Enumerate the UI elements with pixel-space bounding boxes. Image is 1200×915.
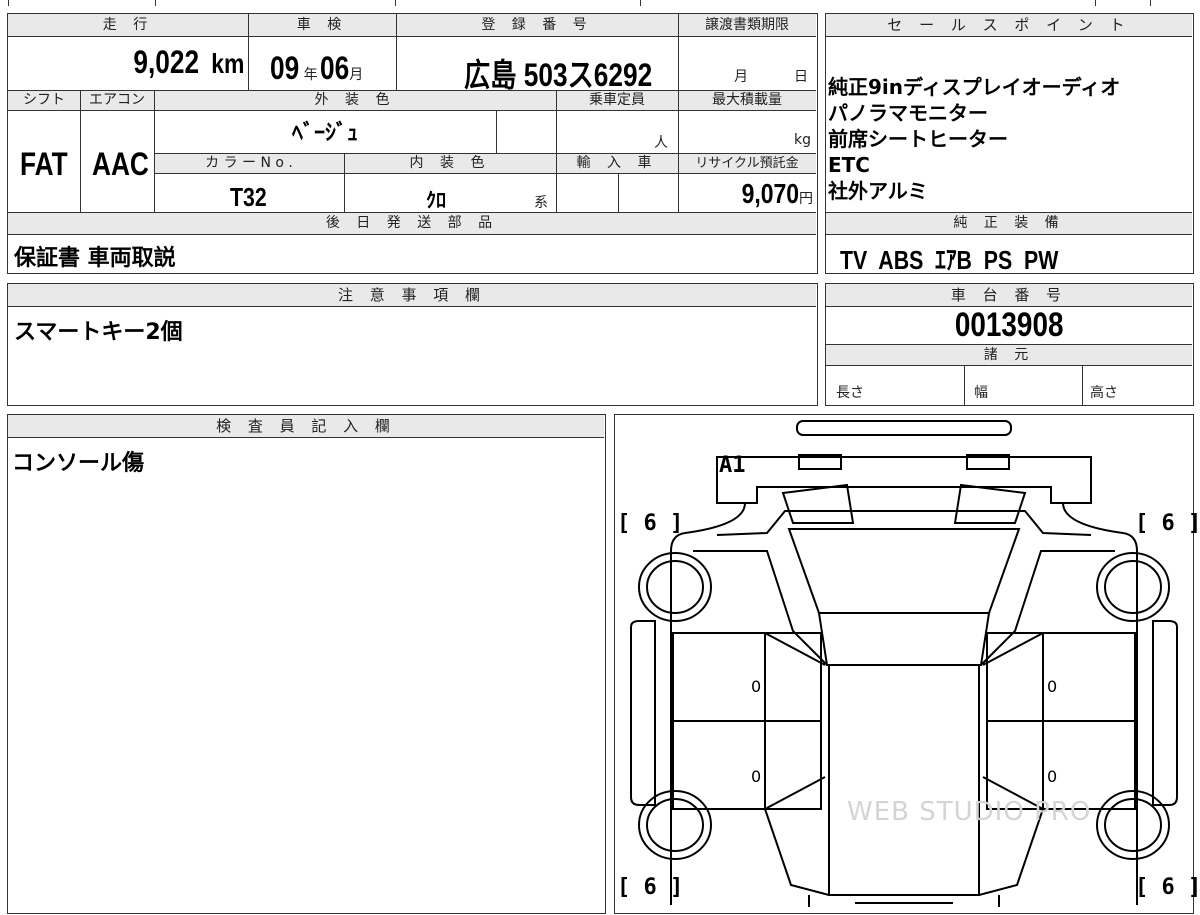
exterior-color-header: 外 装 色 [314, 92, 396, 108]
sales-points-panel: セ ー ル ス ポ イ ン ト 純正9inディスプレイオーディオ パノラマモニタ… [825, 13, 1194, 275]
deadline-month-unit: 月 [734, 69, 748, 85]
tire-tread-rear-right: [ 6 ] [1135, 875, 1200, 900]
sales-point-item: 社外アルミ [828, 179, 928, 203]
door-mark-rear-left: 0 [751, 767, 762, 786]
door-mark-rear-right: 0 [1047, 767, 1058, 786]
door-mark-front-right: 0 [1047, 677, 1058, 696]
spec-width-label: 幅 [974, 385, 988, 401]
tire-tread-front-left: [ 6 ] [617, 511, 684, 536]
top-strip [0, 0, 1200, 6]
chassis-number: 0013908 [954, 306, 1064, 344]
interior-color-header: 内 装 色 [409, 155, 491, 171]
registration-header: 登 録 番 号 [481, 17, 593, 33]
interior-color-value: ｸﾛ [426, 188, 446, 212]
sales-point-item: パノラマモニター [828, 101, 988, 125]
aircon-value: AAC [92, 146, 149, 182]
standard-equipment-value: TV ABS ｴｱB PS PW [840, 245, 1059, 275]
notes-panel: 注 意 事 項 欄 スマートキー2個 [7, 283, 818, 406]
sales-points-header: セ ー ル ス ポ イ ン ト [826, 14, 1192, 37]
tire-tread-front-right: [ 6 ] [1135, 511, 1200, 536]
standard-equipment-header: 純 正 装 備 [953, 215, 1065, 231]
watermark: WEB STUDIO PRO [847, 797, 1092, 827]
inspector-header: 検 査 員 記 入 欄 [8, 415, 604, 438]
exterior-color-value: ﾍﾞｰｼﾞｭ [291, 121, 358, 146]
spec-length-label: 長さ [836, 385, 864, 401]
inspector-panel: 検 査 員 記 入 欄 コンソール傷 [7, 414, 606, 914]
recycle-fee-value: 9,070円 [741, 178, 813, 209]
sales-point-item: 純正9inディスプレイオーディオ [828, 75, 1121, 99]
specs-header: 諸 元 [983, 347, 1035, 363]
sales-point-item: ETC [828, 153, 870, 177]
capacity-unit: 人 [654, 135, 668, 151]
mileage-value: 9,022 km [133, 44, 244, 80]
chassis-header: 車 台 番 号 [826, 284, 1192, 307]
import-header: 輸 入 車 [576, 155, 658, 171]
damage-mark-a1: A1 [719, 453, 746, 478]
notes-header: 注 意 事 項 欄 [8, 284, 816, 307]
max-load-unit: kg [794, 132, 811, 148]
deadline-day-unit: 日 [794, 69, 808, 85]
sales-point-item: 前席シートヒーター [828, 127, 1008, 151]
shift-header: シフト [23, 92, 65, 108]
vehicle-info-panel: 走 行 車 検 登 録 番 号 譲渡書類期限 9,022 km 09 年06月 広島… [7, 13, 818, 274]
recycle-header: リサイクル預託金 [695, 156, 799, 171]
transfer-deadline-header: 譲渡書類期限 [705, 17, 789, 33]
notes-text: スマートキー2個 [14, 320, 183, 345]
mileage-header: 走 行 [102, 17, 154, 33]
capacity-header: 乗車定員 [589, 92, 645, 108]
inspection-value: 09 年06月 [270, 50, 364, 86]
aircon-header: エアコン [89, 92, 145, 108]
tire-tread-rear-left: [ 6 ] [617, 875, 684, 900]
inspection-header: 車 検 [296, 17, 348, 33]
inspector-text: コンソール傷 [12, 451, 145, 476]
shift-value: FAT [20, 146, 68, 182]
later-parts-header: 後 日 発 送 部 品 [325, 215, 499, 231]
door-mark-front-left: 0 [751, 677, 762, 696]
color-no-header: カ ラ ー N o . [205, 155, 293, 171]
chassis-panel: 車 台 番 号 0013908 諸 元 長さ 幅 高さ [825, 283, 1194, 406]
color-no-value: T32 [230, 182, 267, 212]
car-outline-diagram [630, 420, 1178, 907]
sales-points-list: 純正9inディスプレイオーディオ パノラマモニター 前席シートヒーター ETC … [828, 74, 1188, 204]
max-load-header: 最大積載量 [712, 92, 782, 108]
vehicle-diagram-panel: A1 [ 6 ] [ 6 ] [ 6 ] [ 6 ] 0 0 0 0 WEB S… [614, 414, 1200, 914]
spec-height-label: 高さ [1090, 385, 1118, 401]
later-parts-value: 保証書 車両取説 [14, 246, 176, 271]
interior-suffix: 系 [534, 195, 548, 211]
